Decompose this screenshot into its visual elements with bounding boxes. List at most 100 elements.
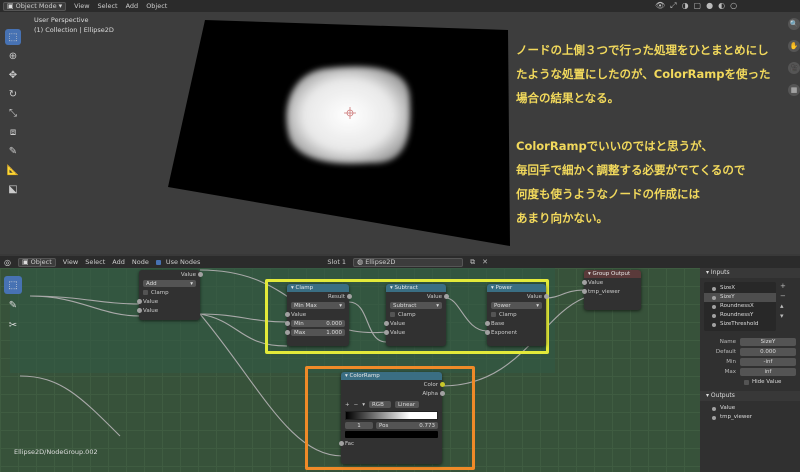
list-item[interactable]: SizeThreshold xyxy=(704,320,776,329)
editor-type-icon[interactable]: ◎ xyxy=(4,258,11,267)
ne-menu-node[interactable]: Node xyxy=(132,258,149,266)
list-item[interactable]: SizeX xyxy=(704,284,776,293)
gizmo-toggle-icon[interactable]: ⤢ xyxy=(670,1,676,11)
input-socket[interactable] xyxy=(383,330,389,335)
input-socket[interactable] xyxy=(136,299,142,304)
mode-selector[interactable]: ▣ Object Mode ▾ xyxy=(3,1,67,11)
visibility-icon[interactable]: 👁 xyxy=(655,1,665,11)
grid-icon[interactable]: ▦ xyxy=(788,84,800,96)
list-item[interactable]: tmp_viewer xyxy=(704,413,776,422)
ne-menu-add[interactable]: Add xyxy=(112,258,125,266)
shading-solid-icon[interactable]: ● xyxy=(706,1,713,11)
measure-icon[interactable]: 📐 xyxy=(5,162,21,178)
max-field[interactable]: Max 1.000 xyxy=(291,329,345,336)
output-socket[interactable] xyxy=(197,272,203,277)
remove-item-icon[interactable]: − xyxy=(780,292,786,300)
node-header[interactable]: ▾ Subtract xyxy=(386,284,446,292)
node-header[interactable]: ▾ Clamp xyxy=(287,284,349,292)
move-icon[interactable]: ✥ xyxy=(5,67,21,83)
clamp-checkbox[interactable] xyxy=(491,312,496,317)
operation-dropdown[interactable]: Subtract ▾ xyxy=(390,302,442,309)
default-field[interactable]: 0.000 xyxy=(740,348,796,356)
list-item[interactable]: RoundnessX xyxy=(704,302,776,311)
input-socket[interactable] xyxy=(284,312,290,317)
overlay-toggle-icon[interactable]: ◑ xyxy=(682,1,689,11)
node-clamp[interactable]: ▾ Clamp Result Min Max ▾ Value Min 0.000 M… xyxy=(284,284,352,346)
3d-viewport[interactable]: ▣ Object Mode ▾ View Select Add Object 👁… xyxy=(0,0,800,254)
list-item[interactable]: RoundnessY xyxy=(704,311,776,320)
annotate-icon[interactable]: ✎ xyxy=(5,143,21,159)
ne-menu-view[interactable]: View xyxy=(63,258,78,266)
input-socket[interactable] xyxy=(338,441,344,446)
min-field[interactable]: -inf xyxy=(740,358,796,366)
input-socket[interactable] xyxy=(484,321,490,326)
transform-icon[interactable]: ⧈ xyxy=(5,124,21,140)
output-socket[interactable] xyxy=(443,294,449,299)
clamp-checkbox[interactable] xyxy=(143,290,148,295)
use-nodes-checkbox[interactable] xyxy=(155,259,161,265)
shading-rendered-icon[interactable]: ○ xyxy=(730,1,737,11)
node-math-add[interactable]: Value Add ▾ Clamp Value Value xyxy=(136,270,203,320)
clamp-checkbox[interactable] xyxy=(390,312,395,317)
input-socket[interactable] xyxy=(484,330,490,335)
node-header[interactable]: ▾ Power xyxy=(487,284,546,292)
clamp-type-dropdown[interactable]: Min Max ▾ xyxy=(291,302,345,309)
output-socket[interactable] xyxy=(439,391,445,396)
add-item-icon[interactable]: + xyxy=(780,282,786,290)
min-field[interactable]: Min 0.000 xyxy=(291,320,345,327)
menu-view[interactable]: View xyxy=(74,2,89,10)
zoom-icon[interactable]: 🔍 xyxy=(788,18,800,30)
xray-icon[interactable]: ▢ xyxy=(694,1,702,11)
rotate-icon[interactable]: ↻ xyxy=(5,86,21,102)
node-header[interactable]: ▾ ColorRamp xyxy=(341,372,442,380)
add-stop-icon[interactable]: + xyxy=(345,402,350,408)
max-field[interactable]: inf xyxy=(740,368,796,376)
name-field[interactable]: SizeY xyxy=(740,338,796,346)
outputs-panel-header[interactable]: ▾ Outputs xyxy=(700,391,800,401)
interpolation-dropdown[interactable]: Linear xyxy=(394,401,419,408)
node-colorramp[interactable]: ▾ ColorRamp Color Alpha + − ▾ RGB Linear… xyxy=(338,372,445,464)
node-power[interactable]: ▾ Power Value Power ▾ Clamp Base Exponent xyxy=(484,284,549,346)
node-header[interactable]: ▾ Group Output xyxy=(584,270,641,278)
inputs-panel-header[interactable]: ▾ Inputs xyxy=(700,268,800,278)
move-down-icon[interactable]: ▾ xyxy=(780,312,786,320)
input-socket[interactable] xyxy=(284,321,290,326)
input-socket[interactable] xyxy=(284,330,290,335)
menu-object[interactable]: Object xyxy=(146,2,167,10)
node-group-output[interactable]: ▾ Group Output Value tmp_viewer xyxy=(581,270,641,310)
hide-value-checkbox[interactable] xyxy=(744,379,749,385)
output-socket[interactable] xyxy=(346,294,352,299)
output-socket[interactable] xyxy=(439,382,445,387)
delete-icon[interactable]: ✕ xyxy=(482,258,488,266)
input-socket[interactable] xyxy=(581,280,587,285)
copy-icon[interactable]: ⧉ xyxy=(470,258,475,267)
move-up-icon[interactable]: ▴ xyxy=(780,302,786,310)
stop-index-field[interactable]: 1 xyxy=(345,422,373,429)
input-socket[interactable] xyxy=(383,321,389,326)
node-tree-type-selector[interactable]: ▣ Object xyxy=(17,257,56,267)
stop-position-field[interactable]: Pos 0.773 xyxy=(376,422,438,429)
chevron-down-icon[interactable]: ▾ xyxy=(362,402,365,408)
menu-select[interactable]: Select xyxy=(98,2,118,10)
stop-color-swatch[interactable] xyxy=(345,431,438,438)
scale-icon[interactable]: ⤡ xyxy=(5,105,21,121)
pan-hand-icon[interactable]: ✋ xyxy=(788,40,800,52)
color-ramp-gradient[interactable] xyxy=(345,410,438,420)
color-mode-dropdown[interactable]: RGB xyxy=(368,401,391,408)
operation-dropdown[interactable]: Add ▾ xyxy=(143,280,196,287)
material-selector[interactable]: ◍ Ellipse2D xyxy=(353,257,464,267)
cursor-icon[interactable]: ⊕ xyxy=(5,48,21,64)
node-editor[interactable]: ⬚ ✎ ✂ Value Add ▾ Clamp Value Value ▾ Cla… xyxy=(0,256,800,472)
shading-material-icon[interactable]: ◐ xyxy=(718,1,725,11)
output-socket[interactable] xyxy=(543,294,549,299)
add-cube-icon[interactable]: ⬕ xyxy=(5,181,21,197)
node-subtract[interactable]: ▾ Subtract Value Subtract ▾ Clamp Value V… xyxy=(383,284,449,346)
select-box-icon[interactable]: ⬚ xyxy=(5,29,21,45)
list-item-selected[interactable]: SizeY xyxy=(704,293,776,302)
list-item[interactable]: Value xyxy=(704,404,776,413)
input-socket[interactable] xyxy=(581,289,587,294)
ne-menu-select[interactable]: Select xyxy=(85,258,105,266)
camera-icon[interactable]: 🎥 xyxy=(788,62,800,74)
slot-selector[interactable]: Slot 1 xyxy=(327,258,346,266)
remove-stop-icon[interactable]: − xyxy=(354,402,359,408)
